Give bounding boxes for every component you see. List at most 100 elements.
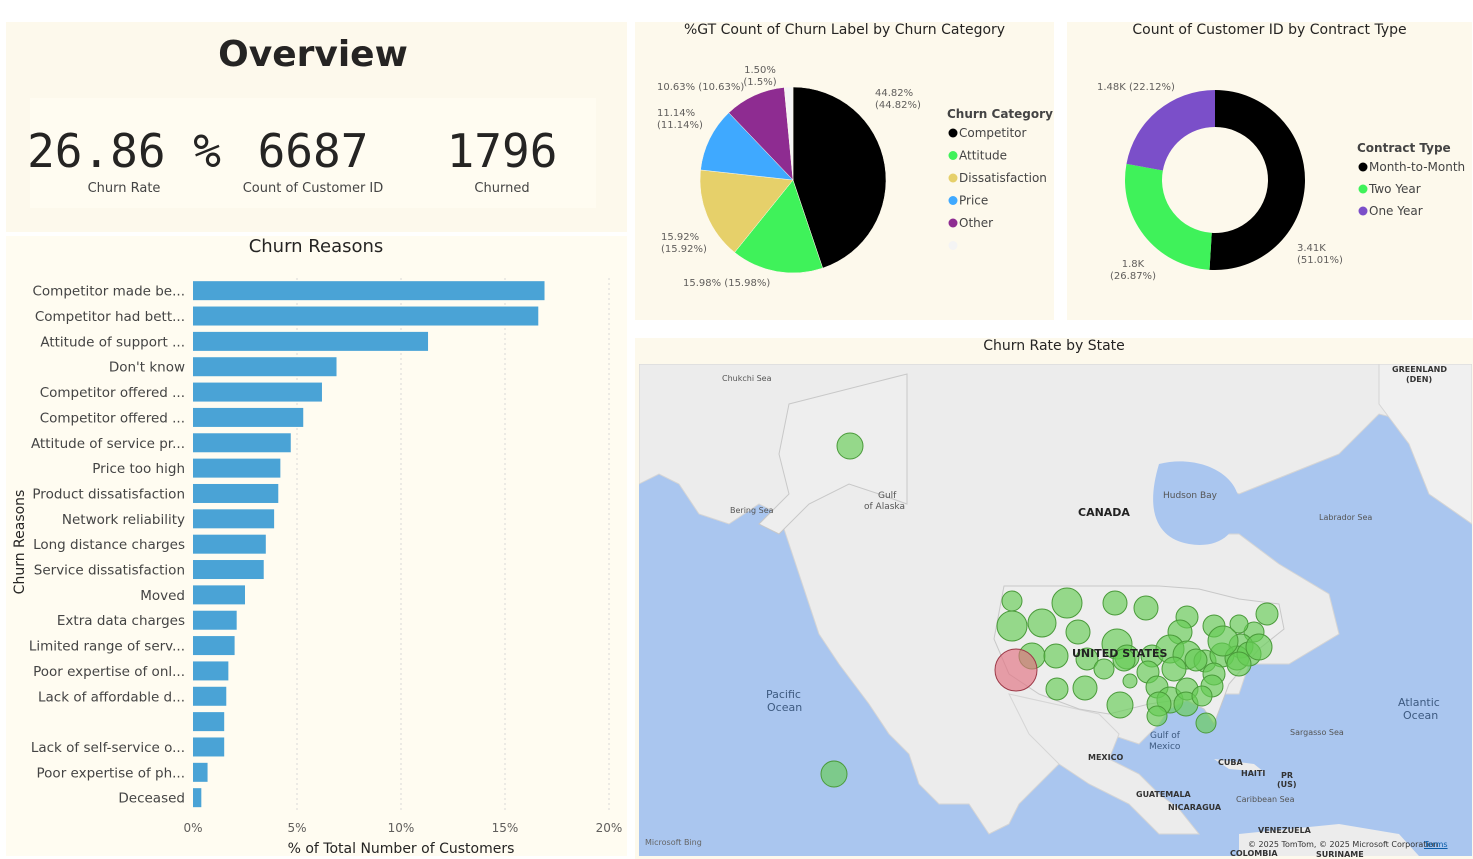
bar[interactable] xyxy=(193,661,229,681)
state-bubble[interactable] xyxy=(1245,633,1273,661)
x-tick-label: 15% xyxy=(492,821,519,835)
state-bubble[interactable] xyxy=(1184,648,1208,672)
bar[interactable] xyxy=(193,357,337,377)
state-bubble[interactable] xyxy=(994,648,1038,692)
state-bubble[interactable] xyxy=(996,610,1028,642)
legend-marker xyxy=(948,151,958,160)
donut-slice[interactable] xyxy=(1125,163,1212,270)
legend-item[interactable]: Two Year xyxy=(1368,182,1421,196)
kpi-churned-label: Churned xyxy=(474,181,530,196)
map-label-gulf-mexico: Gulf of xyxy=(1150,731,1180,741)
legend-marker xyxy=(948,128,958,138)
state-bubble[interactable] xyxy=(820,760,848,788)
legend-item[interactable]: One Year xyxy=(1369,204,1423,218)
bar[interactable] xyxy=(193,585,245,605)
pie-data-label: 15.98% (15.98%) xyxy=(683,278,770,289)
y-tick-label: Long distance charges xyxy=(33,537,185,553)
y-tick-label: Extra data charges xyxy=(57,613,185,629)
state-bubble[interactable] xyxy=(1255,602,1279,626)
bar[interactable] xyxy=(193,534,266,554)
state-bubble[interactable] xyxy=(1043,643,1069,669)
bar[interactable] xyxy=(193,788,202,808)
map-label-colombia: COLOMBIA xyxy=(1230,849,1278,858)
legend-marker xyxy=(948,196,958,205)
state-bubble[interactable] xyxy=(1226,651,1252,677)
bar[interactable] xyxy=(193,483,279,503)
state-bubble[interactable] xyxy=(1133,595,1159,621)
map-label-greenland: GREENLAND xyxy=(1392,365,1447,374)
bar[interactable] xyxy=(193,762,208,782)
bar[interactable] xyxy=(193,306,539,326)
legend-item[interactable]: Competitor xyxy=(959,126,1026,140)
map-label-suriname: SURINAME xyxy=(1316,850,1364,859)
bar[interactable] xyxy=(193,560,264,580)
kpi-customer-count-label: Count of Customer ID xyxy=(242,181,384,196)
bar[interactable] xyxy=(193,712,225,732)
map-label-guatemala: GUATEMALA xyxy=(1136,790,1191,799)
pie-data-label: 1.50% xyxy=(744,65,776,76)
churn-map[interactable] xyxy=(639,364,1472,856)
legend-item[interactable]: Month-to-Month xyxy=(1369,160,1465,174)
y-tick-label: Moved xyxy=(140,588,185,604)
bar[interactable] xyxy=(193,458,281,478)
map-label-greenland-den: (DEN) xyxy=(1406,375,1433,384)
legend-marker xyxy=(1358,162,1368,172)
map-label-bering: Bering Sea xyxy=(730,506,774,515)
y-tick-label: Don't know xyxy=(109,360,185,376)
bar[interactable] xyxy=(193,407,304,427)
contract-type-donut-chart[interactable]: 3.41K(51.01%) 1.8K(26.87%) 1.48K (22.12%) C… xyxy=(1067,48,1472,318)
map-label-venezuela: VENEZUELA xyxy=(1258,826,1311,835)
map-label-pacific: Pacific xyxy=(766,688,801,701)
state-bubble[interactable] xyxy=(1045,677,1069,701)
state-bubble[interactable] xyxy=(1001,590,1023,612)
bar[interactable] xyxy=(193,331,429,351)
legend-item[interactable]: Price xyxy=(959,194,988,208)
map-label-gulf-mexico-2: Mexico xyxy=(1149,742,1181,752)
bar[interactable] xyxy=(193,382,322,402)
state-bubble[interactable] xyxy=(1027,608,1057,638)
state-bubble[interactable] xyxy=(1106,691,1134,719)
state-bubble[interactable] xyxy=(1207,625,1239,657)
map-label-mexico: MEXICO xyxy=(1088,753,1124,762)
kpi-churned-value: 1796 xyxy=(446,124,558,178)
churn-category-pie-chart[interactable]: 44.82%(44.82%) 15.98% (15.98%) 15.92%(15.9… xyxy=(635,48,1054,318)
bar[interactable] xyxy=(193,281,545,301)
legend-item[interactable]: Attitude xyxy=(959,149,1007,163)
map-label-labrador: Labrador Sea xyxy=(1319,513,1373,522)
state-bubble[interactable] xyxy=(1122,673,1138,689)
bar[interactable] xyxy=(193,737,225,757)
y-axis-title: Churn Reasons xyxy=(12,490,28,595)
y-tick-label: Network reliability xyxy=(62,512,185,528)
y-tick-label: Attitude of support ... xyxy=(40,334,185,350)
map-label-caribbean: Caribbean Sea xyxy=(1236,795,1295,804)
map-label-atlantic: Atlantic xyxy=(1398,696,1440,709)
map-label-canada: CANADA xyxy=(1078,506,1130,519)
y-tick-label: Poor expertise of onl... xyxy=(33,664,185,680)
state-bubble[interactable] xyxy=(1093,658,1115,680)
bar[interactable] xyxy=(193,636,235,656)
bar[interactable] xyxy=(193,686,227,706)
churn-reasons-chart[interactable]: 0% 5% 10% 15% 20% Competitor made be... Compet… xyxy=(6,236,627,856)
bar[interactable] xyxy=(193,433,291,453)
donut-slice[interactable] xyxy=(1209,90,1305,270)
bar[interactable] xyxy=(193,610,237,630)
y-tick-label: Product dissatisfaction xyxy=(32,486,185,502)
y-tick-label: Attitude of service pr... xyxy=(31,436,185,452)
state-bubble[interactable] xyxy=(1195,712,1217,734)
state-bubble[interactable] xyxy=(1191,685,1213,707)
state-bubble[interactable] xyxy=(836,432,864,460)
donut-slice[interactable] xyxy=(1126,90,1215,171)
legend-item[interactable]: Dissatisfaction xyxy=(959,171,1047,185)
pie-data-label: 11.14% xyxy=(657,108,695,119)
bar[interactable] xyxy=(193,509,275,529)
legend-item[interactable]: Other xyxy=(959,216,993,230)
map-terms-link[interactable]: Terms xyxy=(1424,840,1448,849)
donut-data-label: (51.01%) xyxy=(1297,255,1343,266)
state-bubble[interactable] xyxy=(1102,590,1128,616)
state-bubble[interactable] xyxy=(1161,656,1187,682)
state-bubble[interactable] xyxy=(1146,705,1168,727)
state-bubble[interactable] xyxy=(1072,675,1098,701)
state-bubble[interactable] xyxy=(1051,587,1083,619)
y-tick-label: Deceased xyxy=(118,791,185,807)
state-bubble[interactable] xyxy=(1065,619,1091,645)
